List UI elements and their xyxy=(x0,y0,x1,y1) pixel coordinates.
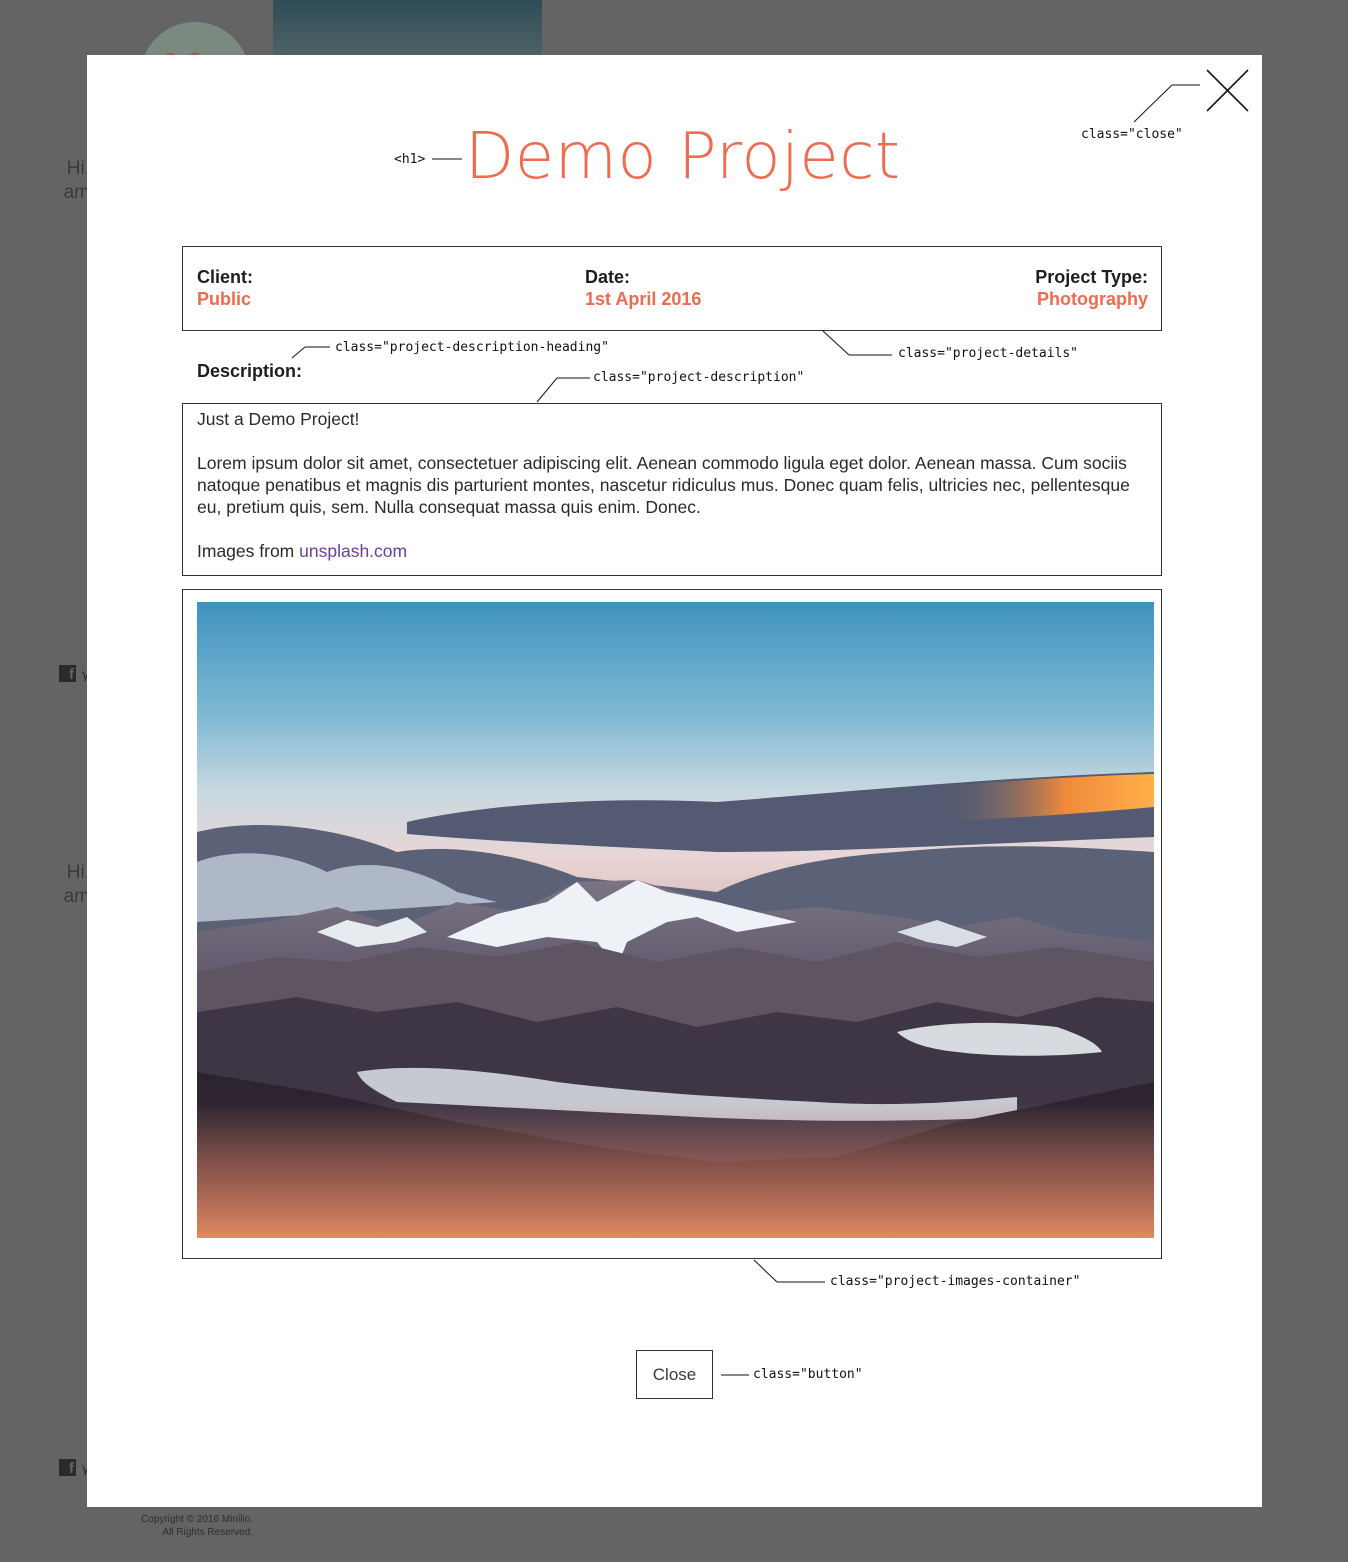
facebook-icon[interactable]: f xyxy=(59,1459,76,1476)
greeting-text: Hi, xyxy=(66,862,90,883)
annotation-close: class="close" xyxy=(1081,127,1183,142)
annotation-button: class="button" xyxy=(753,1367,863,1382)
annotation-description: class="project-description" xyxy=(593,370,805,385)
project-modal: Demo Project Client: Public Date: 1st Ap… xyxy=(87,55,1262,1507)
greeting-text: am xyxy=(63,886,90,907)
background-banner-image xyxy=(273,0,542,55)
greeting-text: Hi, xyxy=(66,158,90,179)
annotation-project-details: class="project-details" xyxy=(898,346,1079,361)
annotation-images-container: class="project-images-container" xyxy=(830,1274,1081,1289)
facebook-icon[interactable]: f xyxy=(59,665,76,682)
footer-copyright: Copyright © 2016 Minilio. All Rights Res… xyxy=(118,1513,253,1539)
background-greeting: Hi, am xyxy=(50,157,90,205)
footer-line: Copyright © 2016 Minilio. xyxy=(141,1514,253,1525)
annotation-h1: <h1> xyxy=(394,152,426,167)
annotation-lines xyxy=(291,84,1200,1376)
footer-line: All Rights Reserved. xyxy=(162,1527,253,1538)
annotation-description-heading: class="project-description-heading" xyxy=(335,340,609,355)
background-greeting: Hi, am xyxy=(50,861,90,909)
greeting-text: am xyxy=(63,182,90,203)
